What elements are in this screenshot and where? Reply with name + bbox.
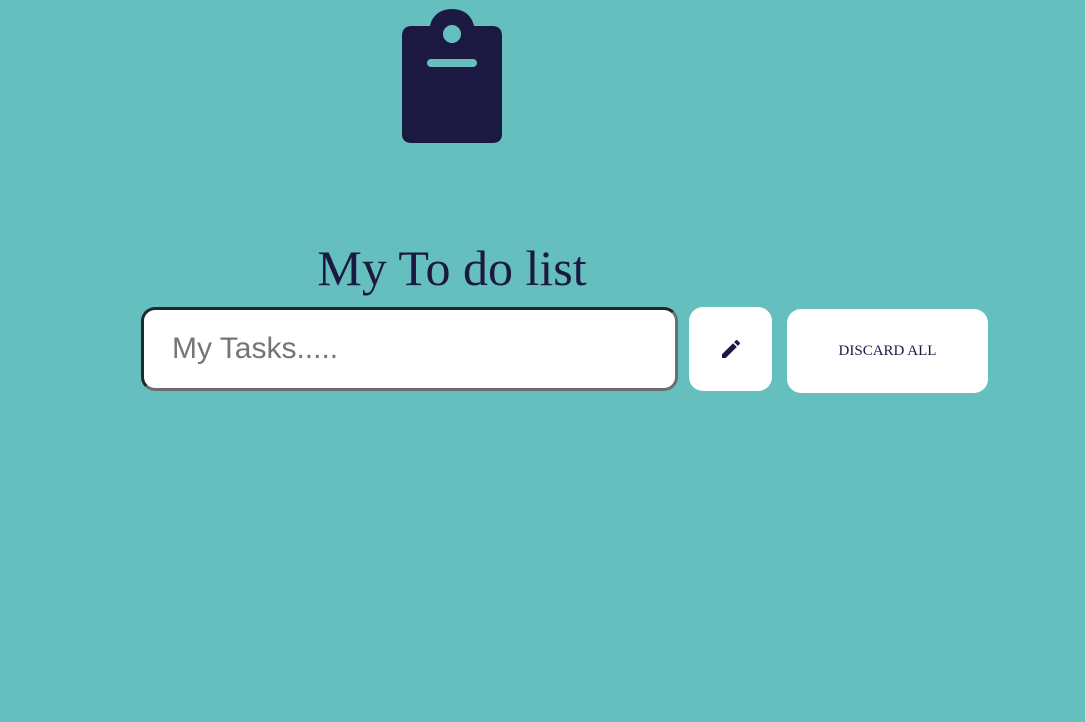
page-title: My To do list xyxy=(317,240,587,296)
task-input[interactable] xyxy=(141,307,678,391)
discard-all-button[interactable]: DISCARD ALL xyxy=(787,309,988,393)
clipboard-icon xyxy=(400,8,504,144)
pencil-icon xyxy=(719,337,743,361)
add-task-button[interactable] xyxy=(689,307,772,391)
